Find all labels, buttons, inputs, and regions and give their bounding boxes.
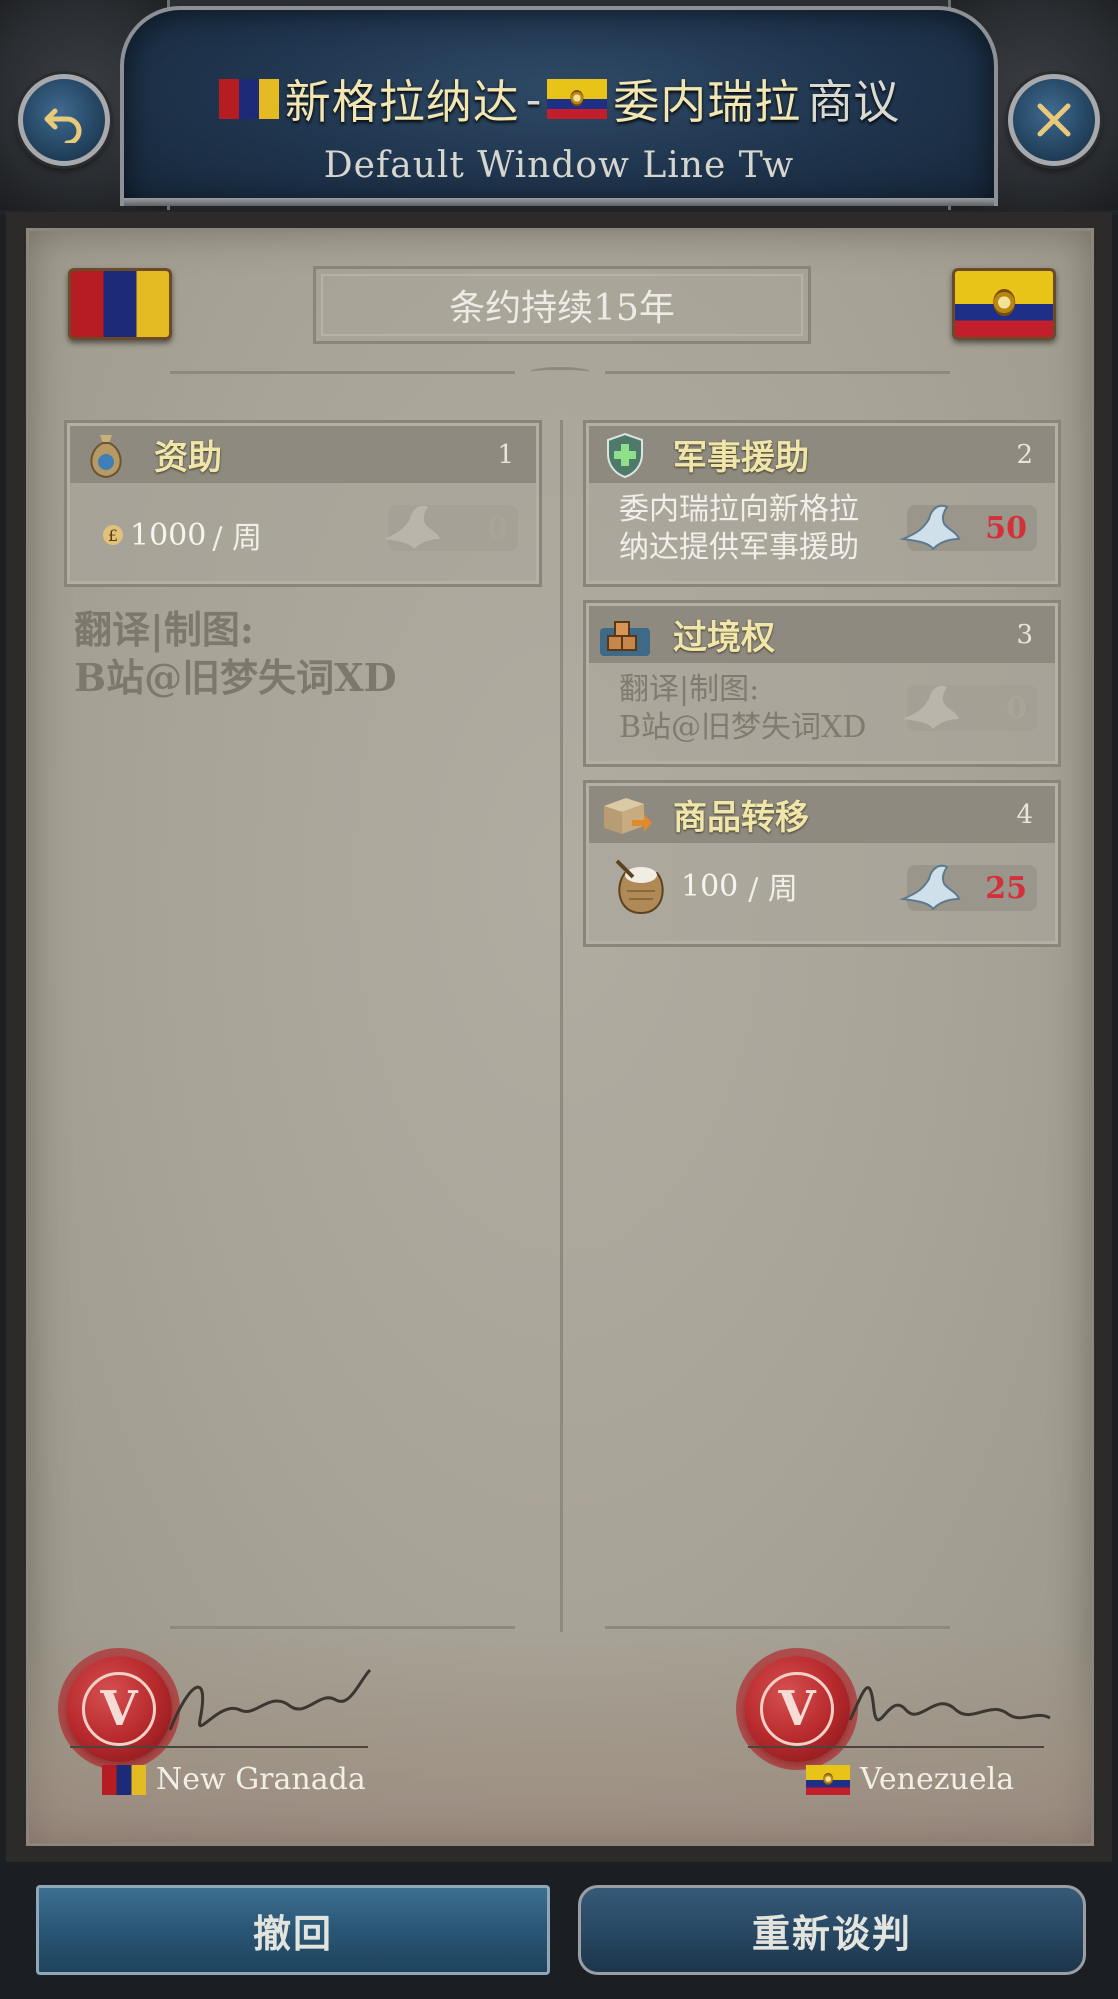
new-granada-flag-icon [68, 268, 172, 340]
venezuela-flag-icon [806, 1764, 850, 1795]
subsidy-unit: / 周 [212, 521, 263, 556]
transit-rights-icon [597, 607, 653, 663]
signature-scribble-icon [168, 1668, 372, 1731]
card-body: £ 1000 / 周 0 [70, 483, 536, 581]
subsidy-amount: £ 1000 / 周 [102, 513, 262, 557]
card-number: 4 [1016, 800, 1033, 830]
card-number: 1 [497, 440, 514, 470]
seal-letter: V [760, 1672, 834, 1746]
description-line: 纳达提供军事援助 [619, 530, 859, 565]
subsidy-value: 1000 [130, 517, 207, 553]
card-header: 军事援助 2 [589, 426, 1055, 483]
opinion-indicator: 0 [384, 505, 518, 551]
grain-sack-icon [615, 859, 664, 915]
card-title: 军事援助 [673, 438, 809, 478]
description-line: 翻译|制图: [619, 672, 760, 707]
title-country-a: 新格拉纳达 [284, 75, 520, 129]
watermark-line: 翻译|制图: [74, 607, 254, 652]
opinion-indicator: 50 [899, 504, 1037, 551]
card-description: 翻译|制图: B站@旧梦失词XD [619, 671, 866, 747]
divider [605, 371, 950, 374]
opinion-value: 50 [985, 510, 1027, 546]
treaty-card-goods-transfer[interactable]: 商品转移 4 100 / 周 25 [583, 780, 1061, 947]
description-line: 委内瑞拉向新格拉 [619, 492, 859, 527]
withdraw-button[interactable]: 撤回 [36, 1885, 550, 1975]
opinion-value: 0 [1006, 690, 1027, 726]
window-title: 新格拉纳达 - 委内瑞拉 商议 [0, 66, 1118, 132]
dove-icon [903, 685, 959, 729]
signer-new-granada: New Granada [102, 1762, 366, 1797]
goods-unit: / 周 [748, 872, 798, 907]
goods-transfer-icon [597, 787, 653, 843]
card-title: 商品转移 [673, 798, 809, 838]
title-suffix: 商议 [807, 75, 900, 129]
signature-scribble-icon [848, 1686, 1051, 1722]
treaty-card-subsidy[interactable]: 资助 1 £ 1000 / 周 0 [64, 420, 542, 587]
opinion-value: 0 [487, 510, 508, 546]
card-number: 3 [1016, 620, 1033, 650]
renegotiate-button[interactable]: 重新谈判 [578, 1885, 1086, 1975]
new-granada-flag-icon [218, 79, 279, 119]
goods-value: 100 [681, 868, 739, 904]
card-title: 资助 [154, 438, 222, 478]
venezuela-flag-icon [547, 79, 608, 119]
card-description: 委内瑞拉向新格拉 纳达提供军事援助 [619, 491, 859, 567]
opinion-indicator: 25 [899, 864, 1037, 911]
divider [170, 1626, 515, 1629]
watermark-line: B站@旧梦失词XD [74, 655, 397, 700]
title-country-b: 委内瑞拉 [613, 75, 802, 129]
goods-amount: 100 / 周 [611, 855, 798, 917]
pound-icon: £ [103, 525, 123, 545]
card-header: 过境权 3 [589, 606, 1055, 663]
treaty-duration-box: 条约持续15年 [313, 266, 811, 344]
title-separator: - [525, 72, 542, 126]
dove-icon [899, 864, 961, 911]
divider [170, 371, 515, 374]
card-body: 翻译|制图: B站@旧梦失词XD 0 [589, 663, 1055, 761]
card-title: 过境权 [673, 618, 775, 658]
divider [605, 1626, 950, 1629]
treaty-card-military-aid[interactable]: 军事援助 2 委内瑞拉向新格拉 纳达提供军事援助 50 [583, 420, 1061, 587]
money-bag-icon [78, 427, 134, 483]
watermark-text: 翻译|制图: B站@旧梦失词XD [74, 606, 397, 702]
card-header: 商品转移 4 [589, 786, 1055, 843]
treaty-duration: 条约持续15年 [449, 288, 675, 329]
dove-icon [899, 504, 961, 551]
venezuela-flag-icon [952, 268, 1056, 340]
banner-trim [124, 198, 994, 206]
card-header: 资助 1 [70, 426, 536, 483]
signature-line [70, 1746, 368, 1748]
opinion-indicator: 0 [903, 685, 1037, 731]
card-number: 2 [1016, 440, 1033, 470]
signer-venezuela: Venezuela [806, 1762, 1014, 1797]
signer-name: New Granada [156, 1762, 366, 1797]
opinion-value: 25 [985, 870, 1027, 906]
signature-line [748, 1746, 1044, 1748]
card-body: 100 / 周 25 [589, 843, 1055, 941]
new-granada-flag-icon [102, 1764, 146, 1795]
card-body: 委内瑞拉向新格拉 纳达提供军事援助 50 [589, 483, 1055, 581]
divider-ornament [530, 367, 590, 377]
treaty-card-transit-rights[interactable]: 过境权 3 翻译|制图: B站@旧梦失词XD 0 [583, 600, 1061, 767]
column-divider [560, 420, 563, 1632]
window-header: 新格拉纳达 - 委内瑞拉 商议 Default Window Line Tw [0, 0, 1118, 215]
signer-name: Venezuela [860, 1762, 1015, 1797]
description-line: B站@旧梦失词XD [619, 710, 867, 745]
dove-icon [384, 505, 440, 549]
seal-letter: V [82, 1672, 156, 1746]
svg-text:£: £ [108, 526, 118, 545]
window-subtitle: Default Window Line Tw [323, 145, 795, 186]
military-aid-icon [597, 427, 653, 483]
